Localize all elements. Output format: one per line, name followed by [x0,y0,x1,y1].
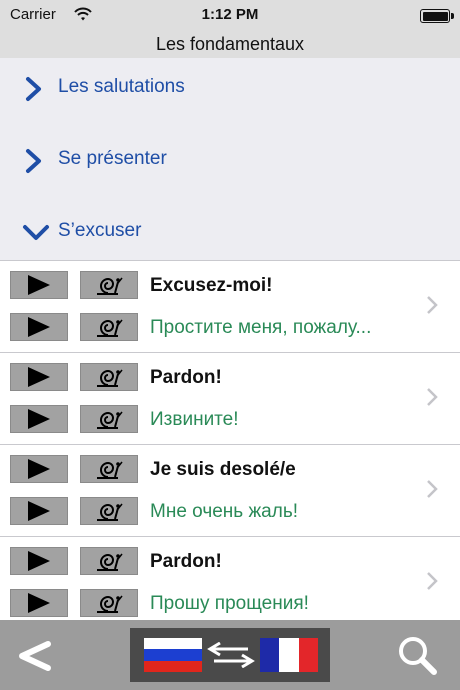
french-phrase: Je suis desolé/e [150,459,296,480]
phrase-row[interactable]: Excusez-moi! Простите меня, пожалу... [0,261,460,353]
play-russian-button[interactable] [10,405,68,433]
play-french-button[interactable] [10,547,68,575]
swap-arrows-icon [207,642,255,668]
section-s-excuser[interactable]: S’excuser [0,202,460,262]
slow-play-french-button[interactable] [80,363,138,391]
french-phrase: Pardon! [150,367,222,388]
french-phrase: Pardon! [150,551,222,572]
slow-play-french-button[interactable] [80,271,138,299]
bottom-toolbar [0,620,460,690]
play-russian-button[interactable] [10,497,68,525]
chevron-right-icon [26,149,41,173]
phrase-row[interactable]: Pardon! Прошу прощения! [0,537,460,621]
russian-translation: Извините! [150,409,239,430]
language-swap-button[interactable] [130,628,330,682]
french-phrase: Excusez-moi! [150,275,273,296]
play-french-button[interactable] [10,271,68,299]
russia-flag-icon [144,638,202,672]
battery-icon [420,9,454,23]
page-title: Les fondamentaux [0,30,460,58]
snail-icon [97,553,123,571]
play-icon [28,551,50,571]
slow-play-russian-button[interactable] [80,313,138,341]
play-french-button[interactable] [10,455,68,483]
snail-icon [97,369,123,387]
phrase-row[interactable]: Pardon! Извините! [0,353,460,445]
russian-translation: Мне очень жаль! [150,501,298,522]
play-russian-button[interactable] [10,313,68,341]
snail-icon [97,503,123,521]
play-icon [28,409,50,429]
disclosure-chevron-icon [427,388,438,406]
play-french-button[interactable] [10,363,68,391]
snail-icon [97,411,123,429]
section-salutations[interactable]: Les salutations [0,58,460,118]
france-flag-icon [260,638,318,672]
disclosure-chevron-icon [427,480,438,498]
russian-translation: Простите меня, пожалу... [150,317,372,338]
play-icon [28,367,50,387]
snail-icon [97,319,123,337]
phrase-row[interactable]: Je suis desolé/e Мне очень жаль! [0,445,460,537]
russian-translation: Прошу прощения! [150,593,309,614]
chevron-down-icon [23,225,49,240]
snail-icon [97,277,123,295]
chevron-right-icon [26,77,41,101]
snail-icon [97,461,123,479]
section-label: S’excuser [58,220,142,241]
phrase-list: Excusez-moi! Простите меня, пожалу... Pa… [0,260,460,621]
slow-play-russian-button[interactable] [80,589,138,617]
slow-play-russian-button[interactable] [80,405,138,433]
play-icon [28,593,50,613]
snail-icon [97,595,123,613]
disclosure-chevron-icon [427,572,438,590]
play-icon [28,275,50,295]
search-button[interactable] [396,634,438,681]
slow-play-russian-button[interactable] [80,497,138,525]
clock: 1:12 PM [201,6,259,23]
play-icon [28,317,50,337]
magnifier-icon [399,637,437,675]
play-icon [28,459,50,479]
play-russian-button[interactable] [10,589,68,617]
slow-play-french-button[interactable] [80,547,138,575]
back-arrow-icon [19,641,51,671]
disclosure-chevron-icon [427,296,438,314]
section-list: Les salutations Se présenter S’excuser [0,58,460,260]
play-icon [28,501,50,521]
section-label: Les salutations [58,76,185,97]
section-label: Se présenter [58,148,167,169]
slow-play-french-button[interactable] [80,455,138,483]
section-se-presenter[interactable]: Se présenter [0,130,460,190]
status-bar: Carrier 1:12 PM [0,0,460,30]
back-button[interactable] [14,636,54,681]
